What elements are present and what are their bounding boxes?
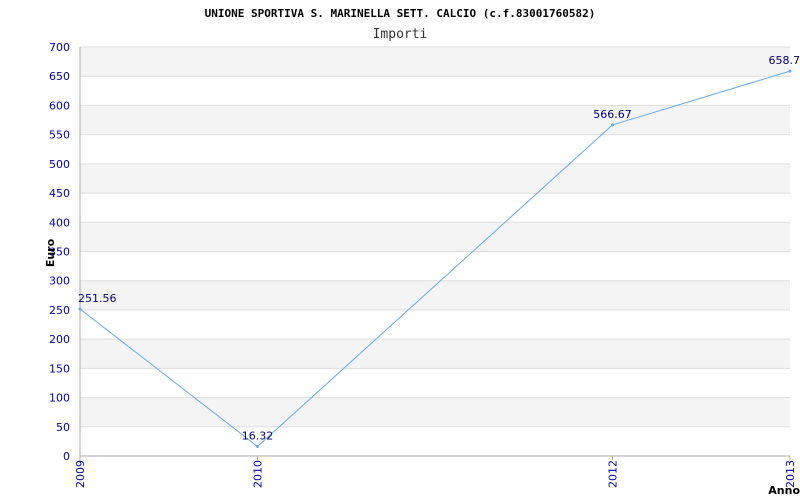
x-tick-label: 2009 (74, 460, 87, 488)
plot-band (80, 47, 790, 77)
data-point (788, 69, 792, 73)
plot-band (80, 309, 790, 340)
y-tick-label: 50 (56, 421, 70, 434)
y-tick-label: 450 (49, 187, 70, 200)
plot-band (80, 251, 790, 281)
plot-band (80, 163, 790, 194)
plot-band (80, 134, 790, 164)
x-tick-labels: 2009 2010 2012 2013 (74, 456, 797, 488)
y-tick-label: 550 (49, 129, 70, 142)
y-tick-label: 200 (49, 333, 70, 346)
y-tick-label: 650 (49, 70, 70, 83)
y-tick-label: 400 (49, 216, 70, 229)
line-chart: 0501001502002503003504004505005506006507… (44, 7, 800, 497)
data-point (78, 307, 82, 311)
y-tick-label: 0 (63, 450, 70, 463)
data-point (256, 444, 259, 448)
y-tick-label: 600 (49, 99, 70, 112)
data-label: 16.32 (242, 429, 274, 442)
plot-band (80, 339, 790, 369)
plot-band (80, 105, 790, 135)
plot-band (80, 368, 790, 398)
plot-band (80, 397, 790, 427)
data-label: 566.67 (593, 108, 632, 121)
plot-band (80, 426, 790, 456)
chart-subtitle: Importi (373, 27, 428, 42)
y-tick-label: 700 (49, 41, 70, 54)
data-point (611, 123, 614, 127)
data-label: 251.56 (78, 292, 117, 305)
y-tick-label: 250 (49, 304, 70, 317)
x-axis-label: Anno (768, 484, 800, 497)
chart-title: UNIONE SPORTIVA S. MARINELLA SETT. CALCI… (205, 7, 596, 20)
plot-band (80, 222, 790, 252)
y-tick-label: 300 (49, 275, 70, 288)
plot-band (80, 193, 790, 223)
x-tick-label: 2010 (252, 460, 265, 488)
y-tick-label: 100 (49, 392, 70, 405)
x-tick-label: 2012 (607, 460, 620, 488)
y-axis-label: Euro (44, 238, 57, 267)
y-tick-label: 500 (49, 158, 70, 171)
y-tick-label: 150 (49, 362, 70, 375)
data-label: 658.7 (769, 54, 800, 67)
plot-band (80, 76, 790, 106)
